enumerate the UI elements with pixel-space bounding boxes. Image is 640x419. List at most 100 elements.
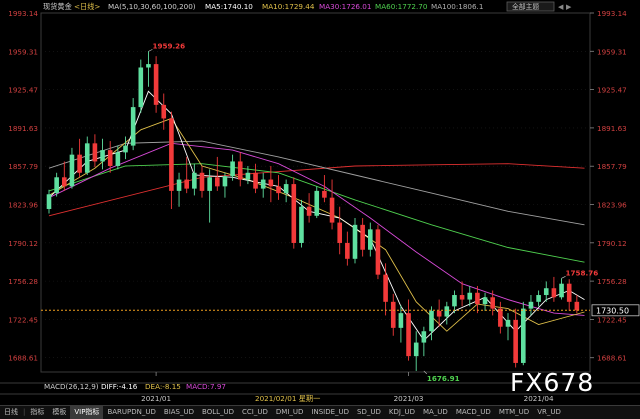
- y-tick-label: 1959.31: [8, 47, 38, 56]
- candle: [360, 218, 365, 257]
- candle-body: [138, 67, 144, 108]
- watermark: FX678: [510, 368, 595, 397]
- chart-canvas: 1959.26 1676.91 1758.76 1993.14 1959.31 1925…: [0, 1, 640, 403]
- ma10-readout: MA10:1729.44: [262, 2, 315, 11]
- candle-body: [398, 313, 404, 328]
- candle-body: [574, 301, 580, 311]
- candle-body: [207, 177, 212, 191]
- candle: [84, 136, 90, 176]
- candle: [237, 152, 243, 187]
- candle: [283, 179, 289, 203]
- scroll-right-icon[interactable]: ▶: [566, 3, 572, 11]
- tab-vr[interactable]: VR_UD: [533, 406, 565, 419]
- ma10-line: [48, 117, 585, 332]
- candle-body: [459, 295, 465, 300]
- tab-bias[interactable]: BIAS_UD: [160, 406, 198, 419]
- candle-body: [368, 229, 373, 250]
- candle-body: [77, 154, 82, 173]
- candle: [54, 172, 59, 197]
- tab-boll[interactable]: BOLL_UD: [198, 406, 238, 419]
- candle: [566, 279, 572, 311]
- candle-body: [100, 150, 105, 162]
- candle-body: [329, 197, 335, 223]
- theme-button-label[interactable]: 全部主题: [512, 2, 539, 11]
- tab-mtm[interactable]: MTM_UD: [495, 406, 533, 419]
- candle-body: [536, 295, 541, 302]
- tab-sd[interactable]: SD_UD: [353, 406, 385, 419]
- tab-daily[interactable]: 日线: [0, 406, 22, 419]
- y-tick-label: 1891.63: [8, 124, 38, 133]
- candle: [314, 186, 320, 219]
- candle-body: [260, 179, 266, 189]
- cursor-date: 2021/02/01 星期一: [255, 394, 320, 403]
- tab-macd[interactable]: MACD_UD: [452, 406, 495, 419]
- candle: [123, 136, 128, 160]
- tab-cci[interactable]: CCI_UD: [238, 406, 272, 419]
- candle-body: [406, 313, 411, 357]
- candle: [276, 175, 281, 200]
- ma-params-label: MA(5,10,30,60,100,200): [108, 2, 196, 11]
- candle: [536, 290, 541, 307]
- macd-value: MACD:7.97: [186, 382, 226, 391]
- macd-dea: DEA:-8.15: [145, 382, 181, 391]
- candle: [390, 293, 396, 336]
- annotation-label: 1758.76: [566, 268, 599, 277]
- candle-body: [429, 310, 434, 332]
- tab-vip-indicators[interactable]: VIP指标: [70, 406, 104, 419]
- candle-body: [130, 107, 136, 146]
- candle: [260, 172, 266, 198]
- tab-barupdn[interactable]: BARUPDN_UD: [103, 406, 159, 419]
- instrument-title: 现货黄金: [43, 2, 72, 11]
- tab-templates[interactable]: 模板: [48, 406, 70, 419]
- candle: [138, 59, 144, 113]
- candle-body: [421, 331, 427, 343]
- candle-body: [54, 177, 59, 194]
- candle-body: [291, 184, 297, 243]
- candle: [161, 93, 167, 130]
- candle: [207, 169, 212, 223]
- candle-body: [230, 161, 235, 177]
- candle-body: [375, 229, 381, 275]
- candle: [329, 179, 335, 230]
- y-tick-label: 1925.47: [8, 86, 38, 95]
- period-label[interactable]: <日线>: [74, 2, 100, 11]
- candle-body: [352, 224, 358, 259]
- macd-diff: DIFF:-4.16: [101, 382, 138, 391]
- tab-ma[interactable]: MA_UD: [419, 406, 452, 419]
- candle-body: [192, 172, 197, 189]
- tab-inside[interactable]: INSIDE_UD: [307, 406, 353, 419]
- candle-body: [299, 206, 304, 243]
- y-tick-label: 1823.96: [8, 201, 38, 210]
- candle-body: [276, 186, 281, 194]
- y-tick-label: 1891.63: [597, 124, 627, 133]
- candle: [184, 156, 189, 194]
- tab-indicators[interactable]: 指标: [26, 406, 48, 419]
- candle-body: [46, 194, 52, 209]
- candle-body: [528, 301, 534, 309]
- tab-kdj[interactable]: KDJ_UD: [385, 406, 419, 419]
- candle: [528, 295, 534, 316]
- candle: [115, 145, 121, 170]
- candle-body: [467, 292, 473, 300]
- candle: [352, 218, 358, 264]
- candle: [222, 172, 228, 198]
- y-tick-label: 1959.31: [597, 47, 627, 56]
- y-tick-label: 1790.12: [597, 239, 627, 248]
- candle-body: [123, 145, 128, 153]
- scroll-left-icon[interactable]: ◀: [558, 3, 564, 11]
- candle: [421, 326, 427, 357]
- candle-body: [543, 288, 549, 296]
- candle-body: [283, 184, 289, 194]
- candle-body: [215, 177, 220, 187]
- candle: [429, 306, 434, 341]
- candle: [92, 134, 98, 168]
- candle: [413, 331, 419, 371]
- y-tick-label: 1790.12: [8, 239, 38, 248]
- candle-body: [566, 283, 572, 302]
- y-tick-label: 1857.79: [8, 162, 38, 171]
- tab-dmi[interactable]: DMI_UD: [272, 406, 308, 419]
- candle: [153, 56, 159, 113]
- candle-body: [169, 118, 174, 191]
- candle-body: [184, 179, 189, 189]
- annotation-label: 1676.91: [427, 374, 460, 383]
